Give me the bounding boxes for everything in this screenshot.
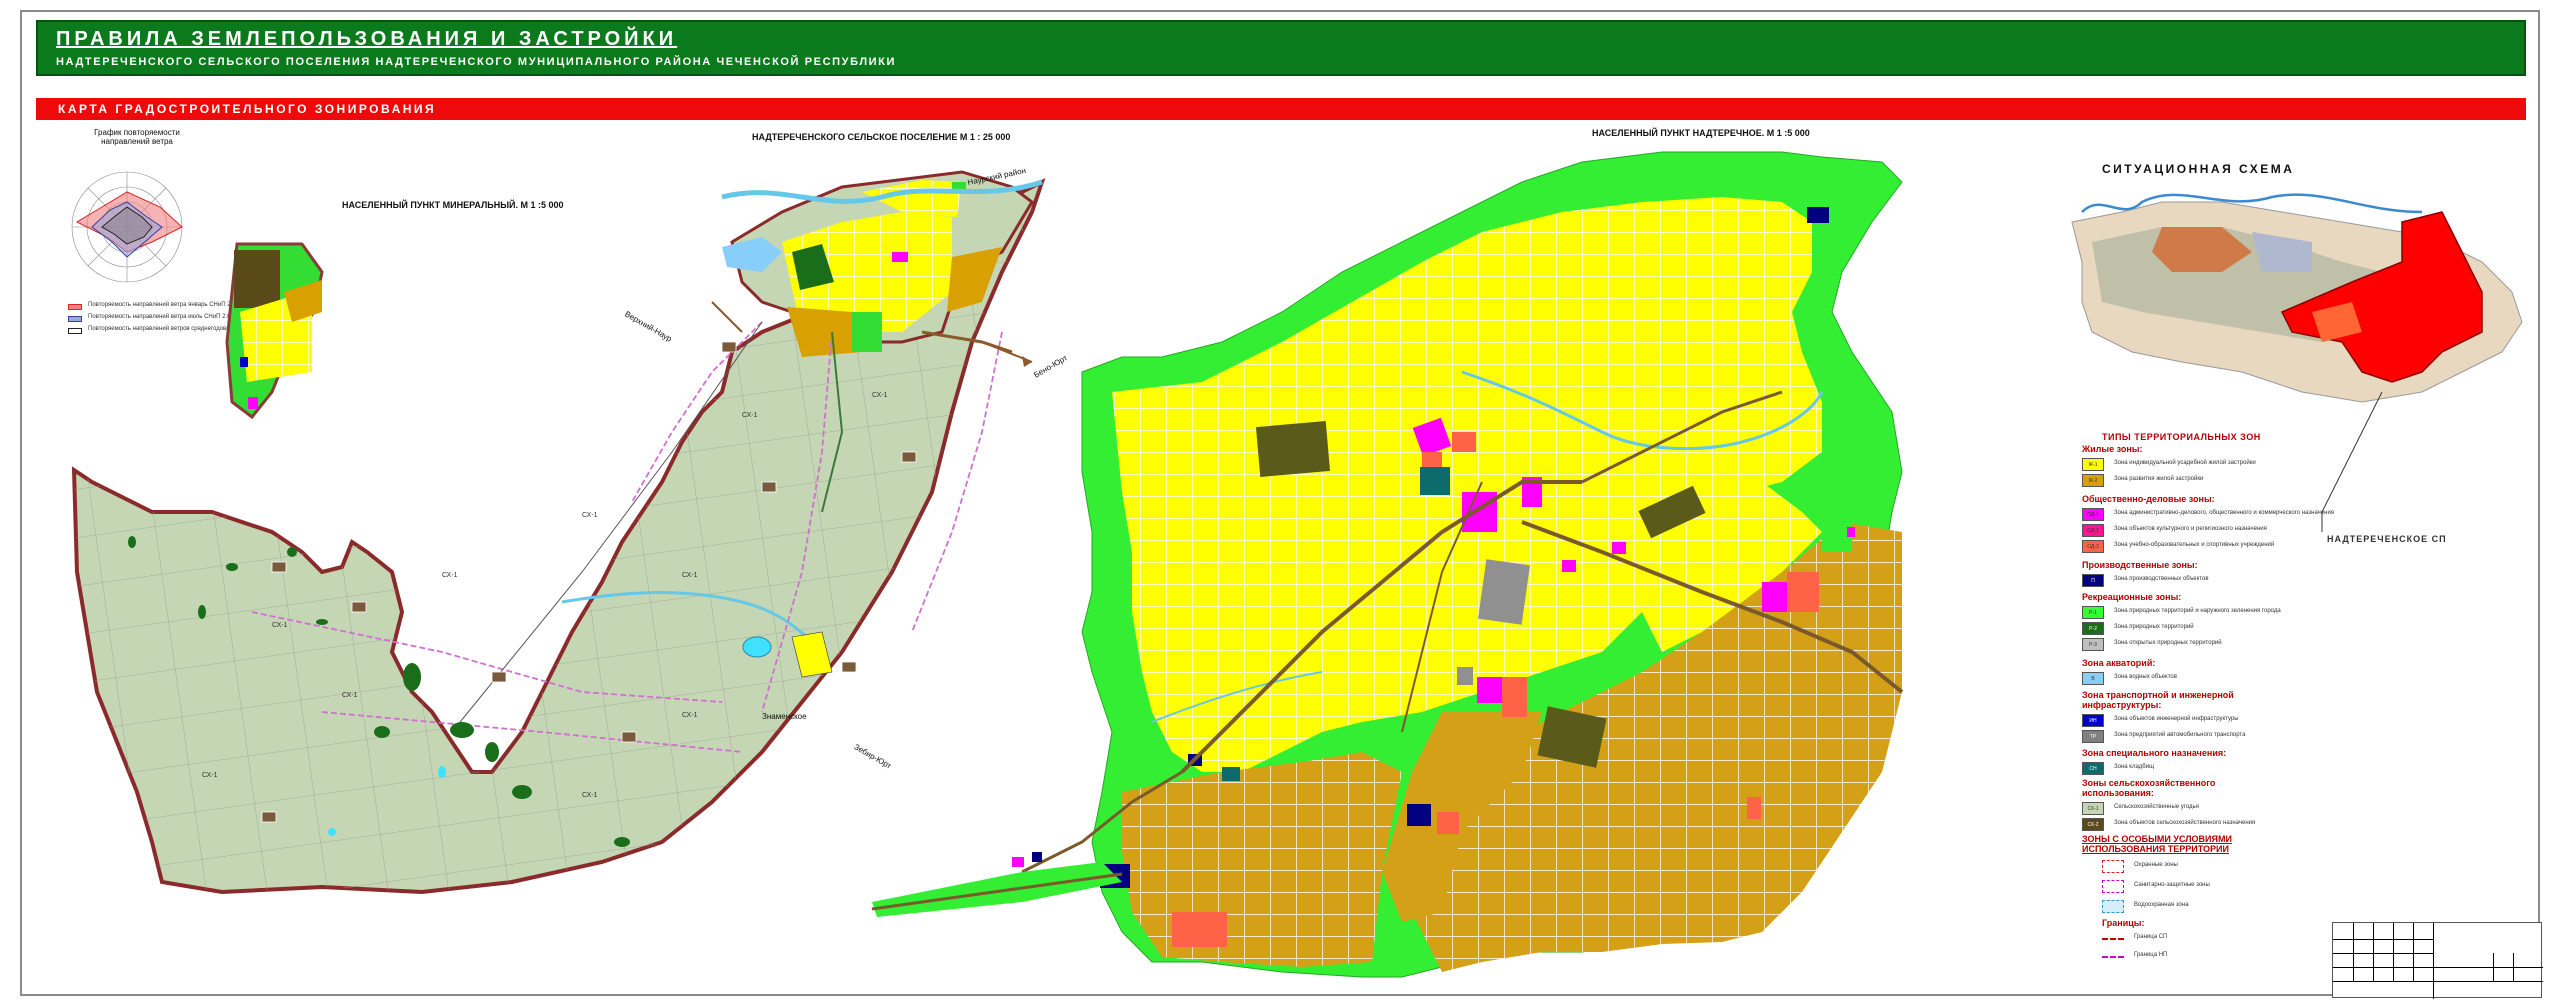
mineralny-map <box>225 242 324 420</box>
legend-group: Рекреационные зоны: <box>2082 592 2182 602</box>
legend-swatch <box>2102 880 2124 893</box>
legend-label: Зона производственных объектов <box>2114 576 2209 582</box>
legend-group: Зона специального назначения: <box>2082 748 2227 758</box>
legend-swatch: В <box>2082 672 2104 685</box>
zone-label: СХ-1 <box>442 572 458 579</box>
legend-label: Зона водных объектов <box>2114 674 2177 680</box>
legend-group: Общественно-деловые зоны: <box>2082 494 2215 504</box>
legend-label: Зона объектов сельскохозяйственного назн… <box>2114 820 2256 826</box>
legend-title: ТИПЫ ТЕРРИТОРИАЛЬНЫХ ЗОН <box>2102 432 2261 442</box>
title-block <box>2332 922 2543 999</box>
zone-label: СХ-1 <box>582 792 598 799</box>
legend-label: Зона учебно-образовательных и спортивных… <box>2114 542 2275 548</box>
legend-label: Зона объектов инженерной инфраструктуры <box>2114 716 2239 722</box>
drawing-sheet: ПРАВИЛА ЗЕМЛЕПОЛЬЗОВАНИЯ И ЗАСТРОЙКИ НАД… <box>20 10 2543 999</box>
legend-swatch: Р-1 <box>2082 606 2104 619</box>
legend-label: Зона кладбищ <box>2114 764 2155 770</box>
zone-label: СХ-1 <box>582 512 598 519</box>
legend-swatch: П <box>2082 574 2104 587</box>
zone-label: СХ-1 <box>682 712 698 719</box>
nadterechnoe-map <box>871 151 1904 978</box>
legend-label: Зона индивидуальной усадебной жилой заст… <box>2114 460 2256 466</box>
zone-label: СХ-1 <box>202 772 218 779</box>
legend-label: Зона развития жилой застройки <box>2114 476 2204 482</box>
legend-label: Зона открытых природных территорий <box>2114 640 2222 646</box>
zoning-legend: ТИПЫ ТЕРРИТОРИАЛЬНЫХ ЗОН Жилые зоны: Ж-1… <box>2062 432 2532 862</box>
legend-label: Граница НП <box>2134 952 2168 958</box>
legend-label: Зона природных территорий <box>2114 624 2194 630</box>
legend-group: Зоны сельскохозяйственного использования… <box>2082 778 2216 798</box>
neighbor-label: Знаменское <box>762 712 807 721</box>
legend-swatch: СХ-2 <box>2082 818 2104 831</box>
legend-swatch: Р-2 <box>2082 622 2104 635</box>
legend-label: Граница СП <box>2134 934 2168 940</box>
legend-label: Водоохранная зона <box>2134 902 2189 908</box>
legend-swatch: Р-3 <box>2082 638 2104 651</box>
legend-group: Границы: <box>2102 918 2145 928</box>
legend-label: Охранные зоны <box>2134 862 2178 868</box>
legend-group: Зона транспортной и инженерной инфрастру… <box>2082 690 2234 710</box>
zone-label: СХ-1 <box>742 412 758 419</box>
legend-swatch: ОД-1 <box>2082 508 2104 521</box>
zone-label: СХ-1 <box>342 692 358 699</box>
legend-group: Зона акваторий: <box>2082 658 2156 668</box>
zone-label: СХ-1 <box>682 572 698 579</box>
settlement-map <box>71 170 1046 895</box>
zone-label: СХ-1 <box>872 392 888 399</box>
legend-group: ЗОНЫ С ОСОБЫМИ УСЛОВИЯМИ ИСПОЛЬЗОВАНИЯ Т… <box>2082 834 2232 854</box>
legend-swatch: Ж-2 <box>2082 474 2104 487</box>
legend-label: Санитарно-защитные зоны <box>2134 882 2210 888</box>
legend-label: Зона природных территорий и наружного зе… <box>2114 608 2281 614</box>
legend-group: Производственные зоны: <box>2082 560 2198 570</box>
legend-swatch: СХ-1 <box>2082 802 2104 815</box>
legend-swatch: ОД-2 <box>2082 524 2104 537</box>
legend-label: Зона административно-делового, обществен… <box>2114 510 2335 516</box>
legend-swatch <box>2102 956 2124 958</box>
legend-swatch: ИН <box>2082 714 2104 727</box>
zone-label: СХ-1 <box>272 622 288 629</box>
legend-swatch: Ж-1 <box>2082 458 2104 471</box>
situation-title: СИТУАЦИОННАЯ СХЕМА <box>2102 162 2295 176</box>
legend-swatch <box>2102 900 2124 913</box>
legend-label: Зона объектов культурного и религиозного… <box>2114 526 2267 532</box>
legend-label: Зона предприятий автомобильного транспор… <box>2114 732 2246 738</box>
legend-label: Сельскохозяйственные угодья <box>2114 804 2199 810</box>
legend-swatch <box>2102 860 2124 873</box>
legend-swatch: ТР <box>2082 730 2104 743</box>
legend-swatch: СН <box>2082 762 2104 775</box>
legend-group: Жилые зоны: <box>2082 444 2143 454</box>
legend-swatch <box>2102 938 2124 940</box>
legend-swatch: ОД-3 <box>2082 540 2104 553</box>
legend-continued: Охранные зоны Санитарно-защитные зоны Во… <box>2082 860 2322 990</box>
